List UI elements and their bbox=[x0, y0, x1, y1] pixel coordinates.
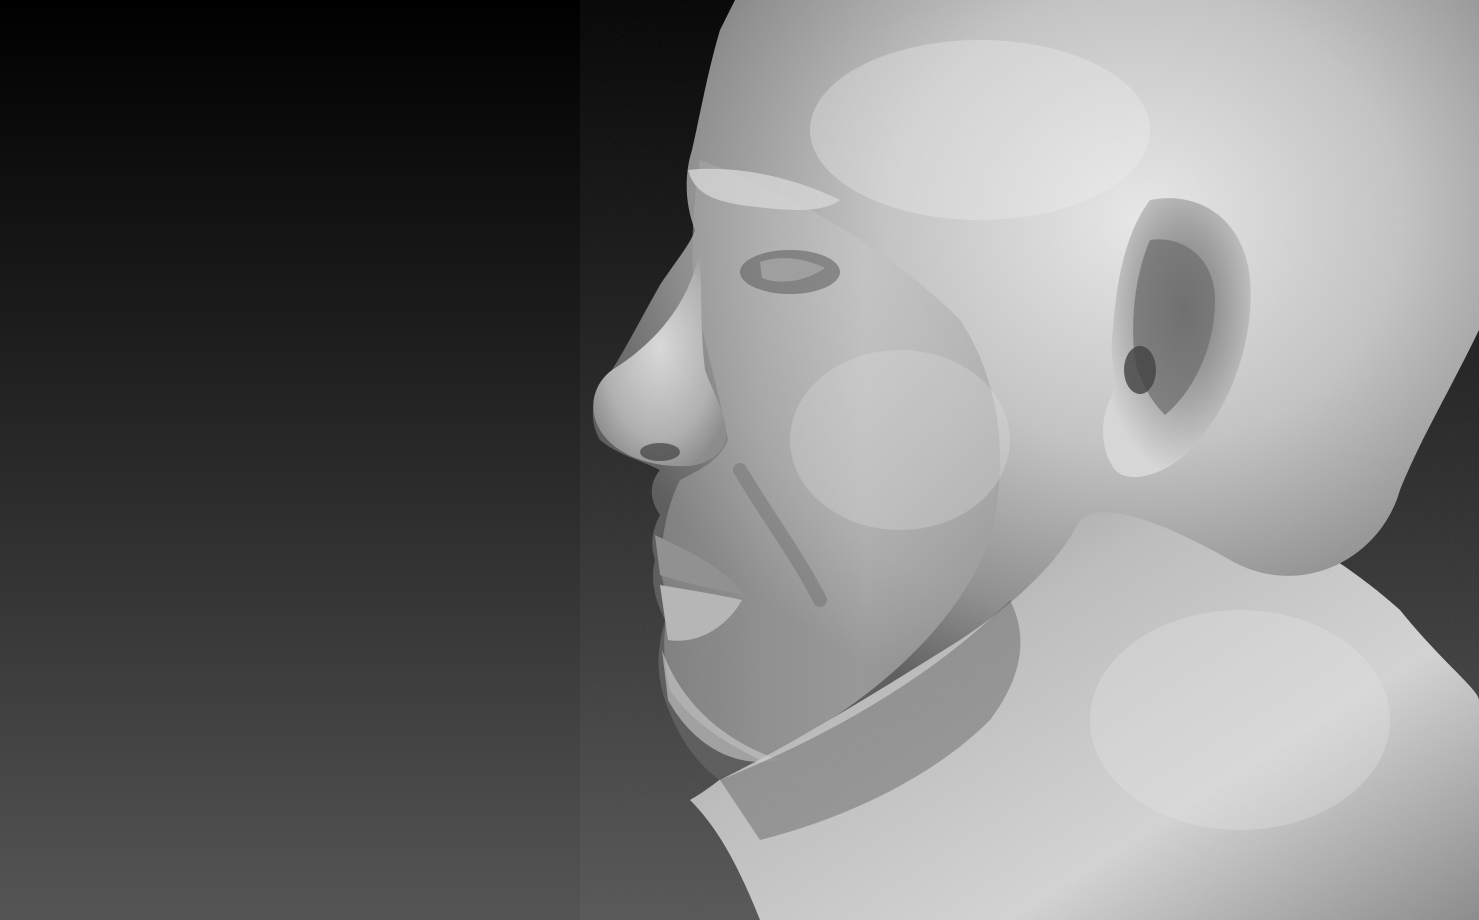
skin-texture bbox=[580, 0, 1479, 920]
3d-sculpt-viewport[interactable] bbox=[0, 0, 1479, 920]
head-sculpt-render bbox=[580, 0, 1479, 920]
